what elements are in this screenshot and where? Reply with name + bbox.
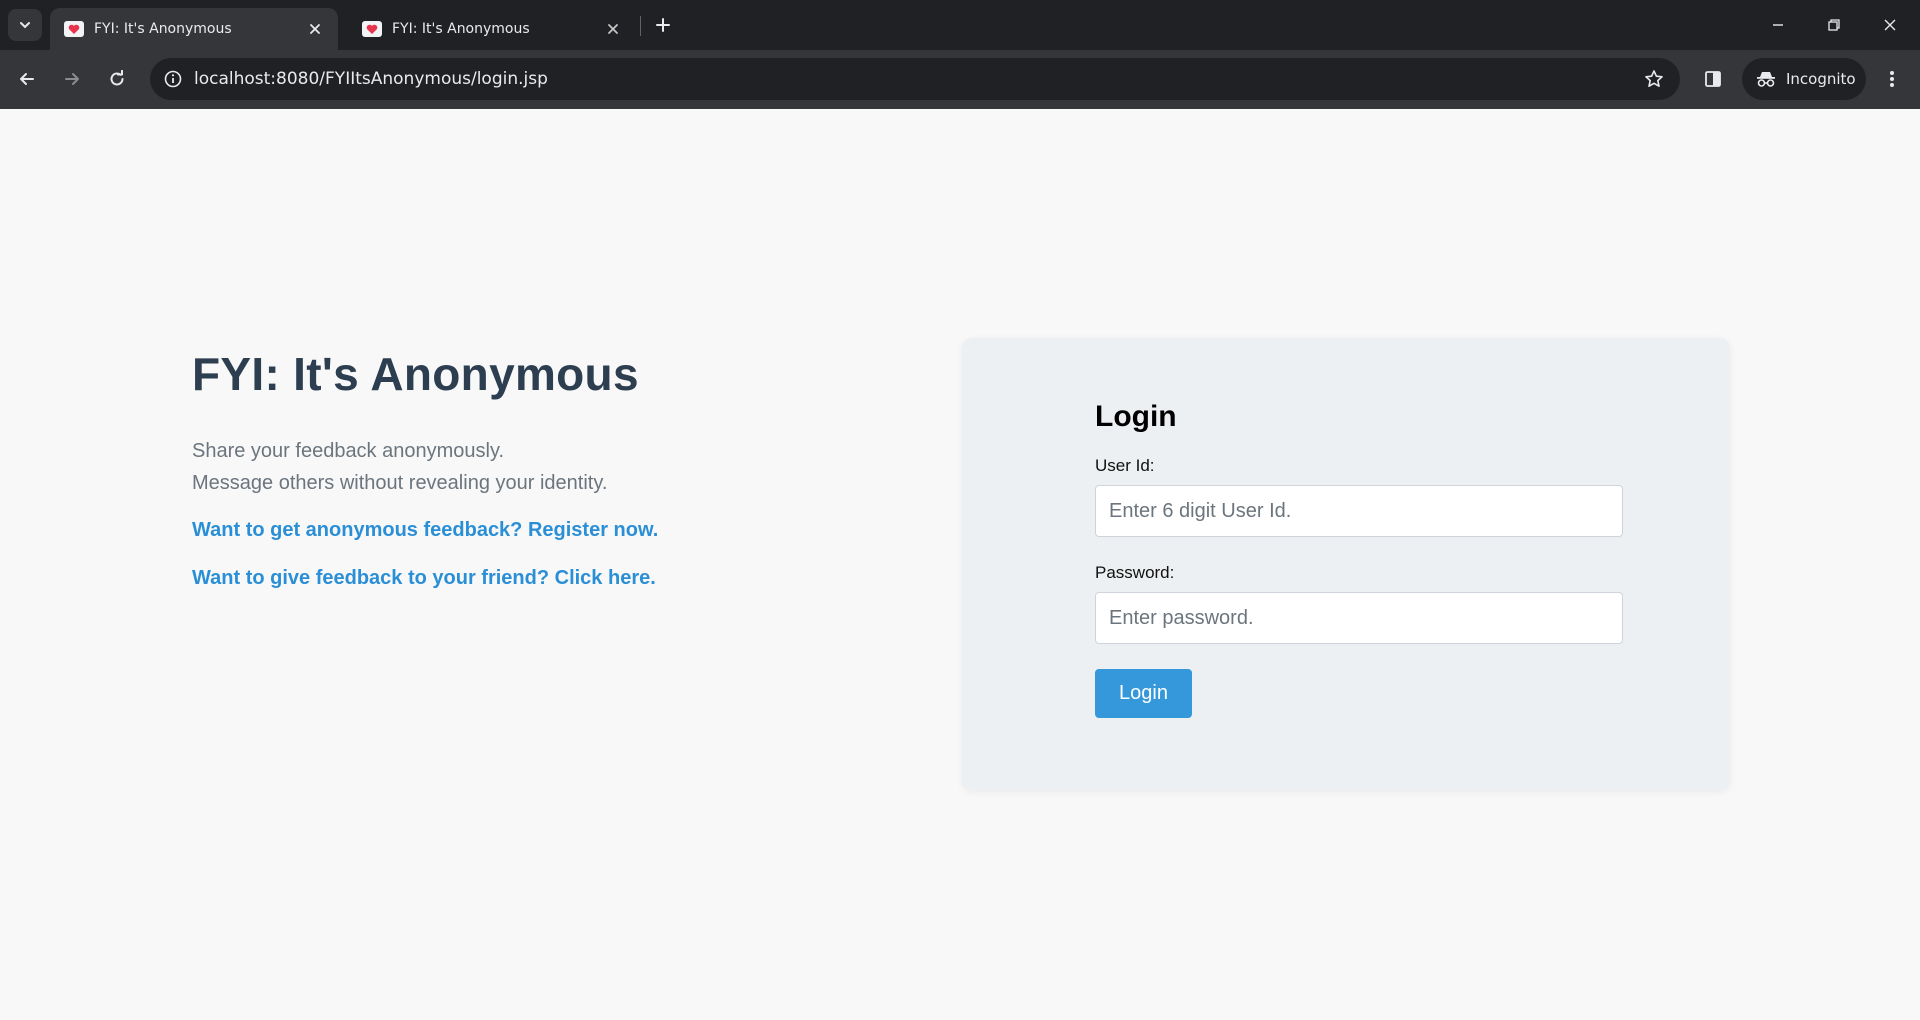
- menu-button[interactable]: [1875, 62, 1909, 96]
- arrow-left-icon: [20, 73, 34, 85]
- info-icon[interactable]: [164, 70, 182, 88]
- login-button[interactable]: Login: [1095, 669, 1192, 718]
- plus-icon: [656, 18, 670, 32]
- login-card: Login User Id: Password: Login: [962, 338, 1730, 790]
- tab-title: FYI: It's Anonymous: [94, 21, 232, 37]
- tab-close-icon[interactable]: [602, 18, 624, 40]
- password-input[interactable]: [1095, 592, 1623, 644]
- back-button[interactable]: [10, 62, 44, 96]
- restore-button[interactable]: [1806, 0, 1862, 50]
- user-id-input[interactable]: [1095, 485, 1623, 537]
- register-link[interactable]: Want to get anonymous feedback? Register…: [192, 519, 952, 542]
- reload-icon: [110, 70, 124, 86]
- hero-section: FYI: It's Anonymous Share your feedback …: [192, 347, 952, 590]
- tab-separator: [640, 16, 641, 36]
- hero-description: Share your feedback anonymously. Message…: [192, 435, 952, 499]
- minimize-button[interactable]: [1750, 0, 1806, 50]
- hero-line-1: Share your feedback anonymously.: [192, 440, 505, 462]
- tab-close-icon[interactable]: [304, 18, 326, 40]
- close-window-button[interactable]: [1862, 0, 1918, 50]
- login-form: Login User Id: Password: Login: [1095, 400, 1625, 718]
- hero-line-2: Message others without revealing your id…: [192, 472, 608, 494]
- login-heading: Login: [1095, 400, 1177, 433]
- close-icon: [1884, 19, 1896, 31]
- minimize-icon: [1773, 24, 1783, 26]
- incognito-icon: [1757, 72, 1775, 87]
- tab-title: FYI: It's Anonymous: [392, 21, 530, 37]
- new-tab-button[interactable]: [650, 12, 676, 38]
- tab-search-button[interactable]: [8, 9, 42, 41]
- tab-login-active[interactable]: FYI: It's Anonymous: [50, 8, 338, 50]
- give-feedback-link[interactable]: Want to give feedback to your friend? Cl…: [192, 567, 952, 590]
- tab-login-inactive[interactable]: FYI: It's Anonymous: [348, 8, 636, 50]
- password-label: Password:: [1095, 563, 1175, 582]
- url-text[interactable]: localhost:8080/FYIItsAnonymous/login.jsp: [194, 69, 1644, 89]
- more-vert-icon: [1890, 71, 1894, 87]
- forward-button[interactable]: [55, 62, 89, 96]
- arrow-right-icon: [65, 73, 79, 85]
- address-bar[interactable]: localhost:8080/FYIItsAnonymous/login.jsp: [150, 58, 1680, 100]
- heart-favicon-icon: [362, 21, 382, 37]
- side-panel-button[interactable]: [1696, 62, 1730, 96]
- user-id-label: User Id:: [1095, 456, 1155, 475]
- tab-strip: FYI: It's Anonymous FYI: It's Anonymous: [0, 0, 1920, 50]
- reload-button[interactable]: [100, 62, 134, 96]
- browser-toolbar: localhost:8080/FYIItsAnonymous/login.jsp…: [0, 50, 1920, 109]
- heart-favicon-icon: [64, 21, 84, 37]
- star-icon[interactable]: [1644, 69, 1664, 89]
- incognito-indicator[interactable]: Incognito: [1742, 58, 1866, 100]
- chevron-down-icon: [20, 22, 30, 29]
- side-panel-icon: [1705, 71, 1721, 87]
- restore-icon: [1828, 19, 1840, 31]
- page-title: FYI: It's Anonymous: [192, 348, 639, 400]
- incognito-label: Incognito: [1786, 70, 1856, 88]
